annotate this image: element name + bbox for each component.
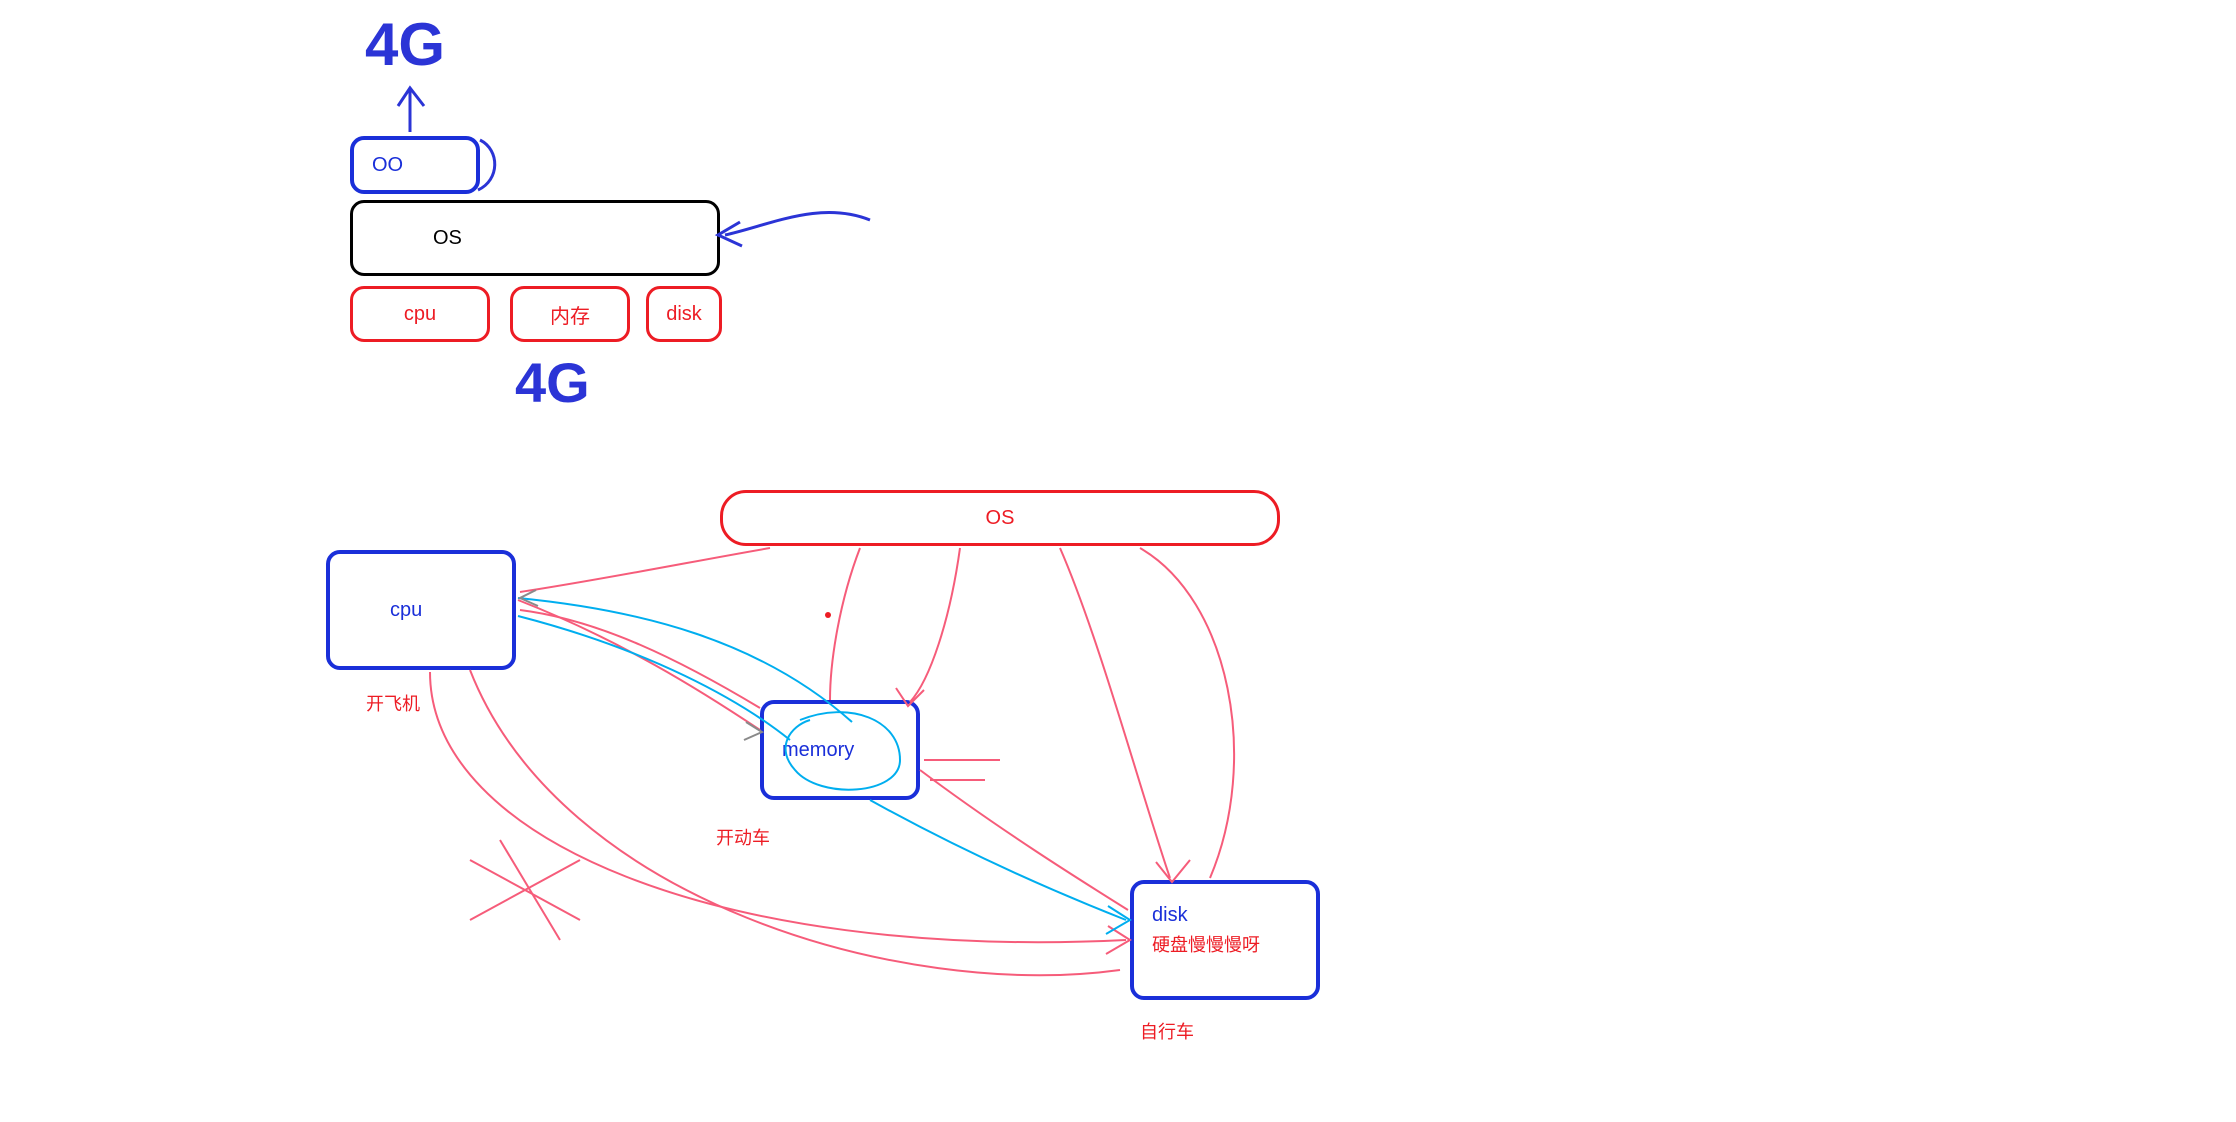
- mem-label-top: 内存: [550, 300, 590, 329]
- stray-dot: [825, 612, 831, 618]
- disk-label-top: disk: [666, 303, 702, 326]
- os-box-top: OS: [350, 200, 720, 276]
- oo-box: OO: [350, 136, 480, 194]
- annotation-4g-top: 4G: [365, 10, 445, 79]
- cpu-label-top: cpu: [404, 303, 436, 326]
- cpu-caption: 开飞机: [366, 690, 420, 716]
- cpu-box-bottom: cpu: [326, 550, 516, 670]
- disk-caption: 自行车: [1140, 1018, 1194, 1044]
- annotation-4g-bottom: 4G: [515, 350, 590, 415]
- disk-inner-text: 硬盘慢慢慢呀: [1134, 931, 1316, 957]
- cpu-box-top: cpu: [350, 286, 490, 342]
- os-label-top: OS: [353, 227, 480, 250]
- cpu-label-bottom: cpu: [330, 599, 440, 622]
- memory-box: memory: [760, 700, 920, 800]
- diagram-canvas: 4G OO OS cpu 内存 disk 4G OS cpu 开飞机 memor…: [0, 0, 2236, 1122]
- os-box-bottom: OS: [720, 490, 1280, 546]
- os-label-bottom: OS: [986, 507, 1015, 530]
- disk-box-bottom: disk 硬盘慢慢慢呀: [1130, 880, 1320, 1000]
- memory-caption: 开动车: [716, 824, 770, 850]
- disk-label-bottom: disk: [1134, 904, 1206, 926]
- disk-box-top: disk: [646, 286, 722, 342]
- oo-label: OO: [354, 154, 421, 177]
- mem-box-top: 内存: [510, 286, 630, 342]
- memory-label: memory: [764, 739, 872, 762]
